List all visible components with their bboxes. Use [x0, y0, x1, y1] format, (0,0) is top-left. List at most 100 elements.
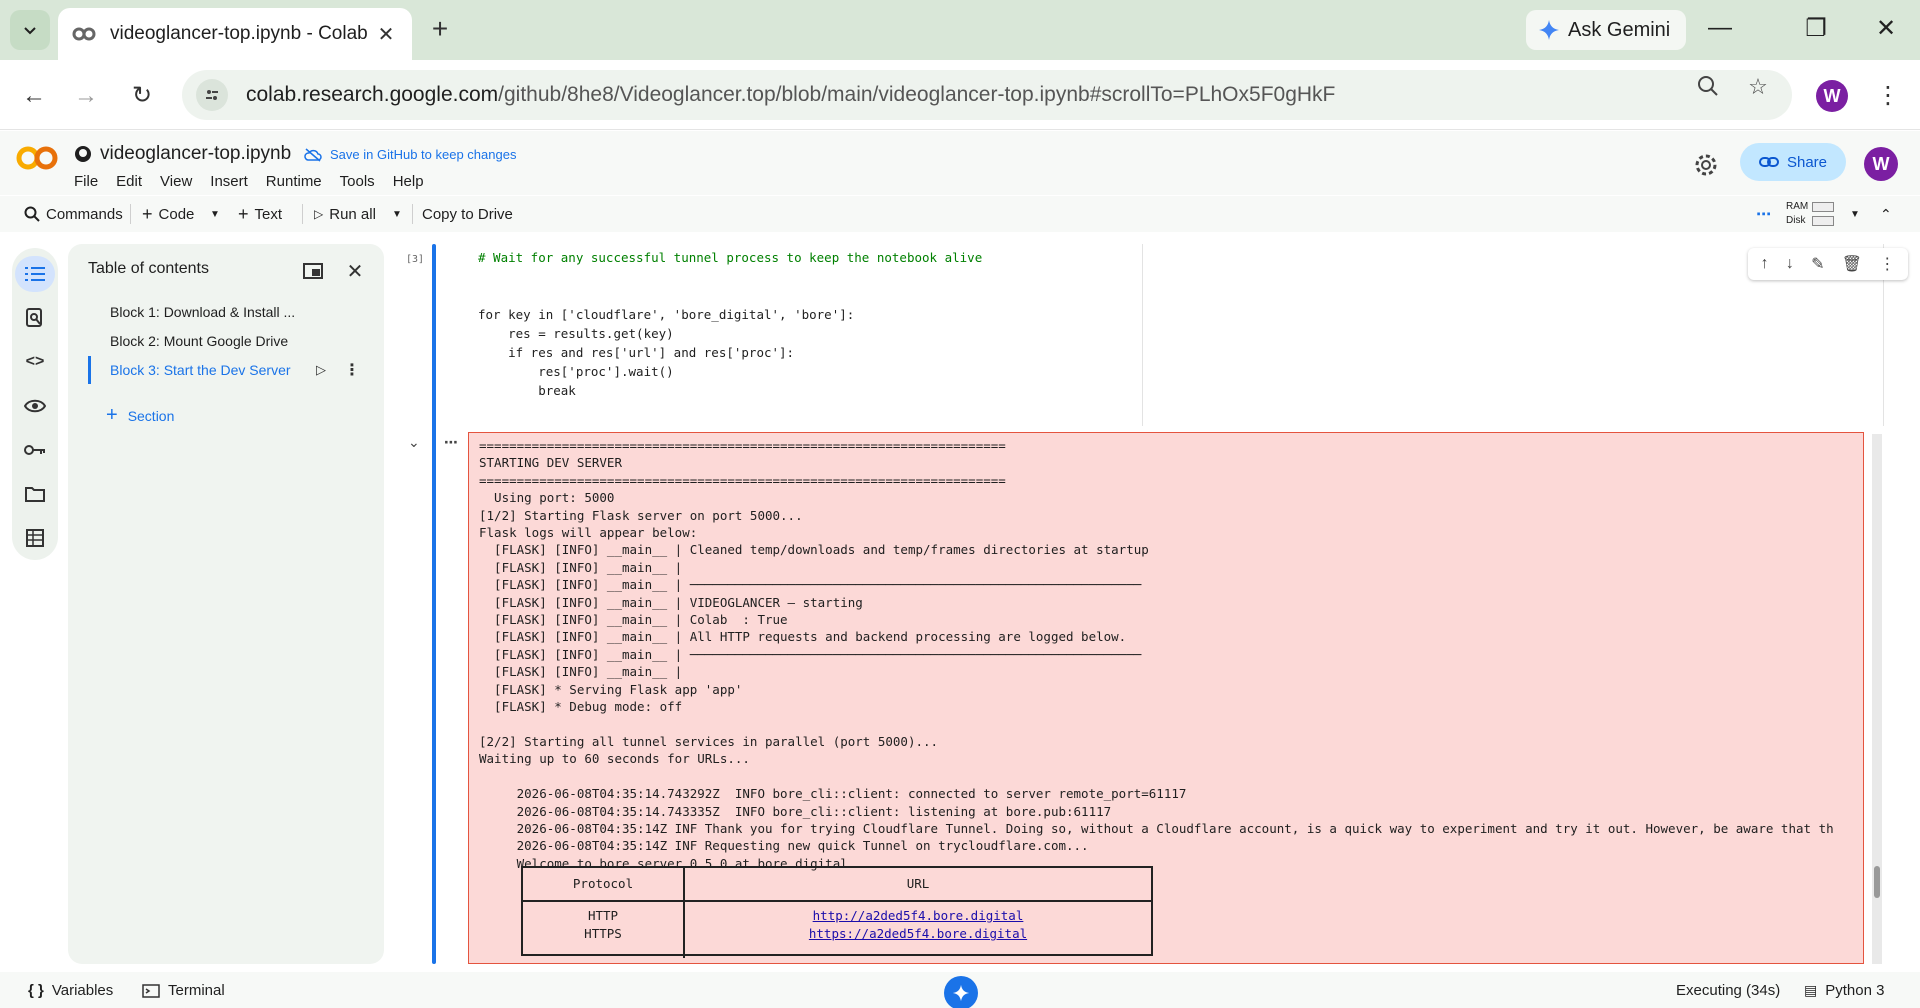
tab-search-button[interactable]: [10, 10, 50, 50]
browser-profile-avatar[interactable]: W: [1816, 80, 1848, 112]
find-replace-icon[interactable]: [15, 300, 55, 336]
move-cell-down-icon[interactable]: ↓: [1786, 255, 1794, 273]
execution-status[interactable]: Executing (34s): [1676, 982, 1780, 999]
output-line: 2026-06-08T04:35:14.743335Z INFO bore_cl…: [479, 803, 1112, 819]
close-window-icon[interactable]: ✕: [1866, 14, 1906, 43]
commands-button[interactable]: Commands: [24, 202, 123, 226]
output-line: STARTING DEV SERVER: [479, 455, 622, 471]
output-actions-icon[interactable]: ⋯: [444, 434, 458, 451]
bookmark-star-icon[interactable]: ☆: [1744, 74, 1772, 102]
secrets-eye-icon[interactable]: [15, 388, 55, 424]
menu-edit[interactable]: Edit: [116, 173, 142, 190]
colab-profile-avatar[interactable]: W: [1864, 147, 1898, 181]
cell-output: ========================================…: [468, 432, 1864, 964]
site-info-icon[interactable]: [196, 79, 228, 111]
new-tab-button[interactable]: +: [424, 14, 456, 46]
menu-insert[interactable]: Insert: [210, 173, 248, 190]
delete-cell-icon[interactable]: 🗑: [1842, 254, 1862, 274]
add-code-button[interactable]: + Code: [142, 202, 194, 226]
toolbar-divider: [130, 204, 131, 224]
restore-window-icon[interactable]: ❐: [1796, 14, 1836, 43]
url-omnibox[interactable]: colab.research.google.com/github/8he8/Vi…: [182, 70, 1792, 120]
variables-label: Variables: [51, 982, 114, 999]
toc-active-indicator: [88, 356, 91, 384]
code-line: res['proc'].wait(): [478, 364, 674, 379]
open-in-tab-icon[interactable]: [300, 258, 326, 284]
add-code-dropdown-icon[interactable]: ▼: [210, 202, 220, 226]
run-all-button[interactable]: ▷ Run all: [314, 202, 376, 226]
menu-file[interactable]: File: [74, 173, 98, 190]
menu-tools[interactable]: Tools: [340, 173, 375, 190]
code-cell: [3] # Wait for any successful tunnel pro…: [398, 244, 1908, 972]
reload-icon[interactable]: ↻: [124, 78, 160, 114]
ram-bar: [1812, 202, 1834, 212]
terminal-button[interactable]: Terminal: [142, 982, 225, 999]
toc-run-section-icon[interactable]: ▷: [316, 362, 326, 378]
gemini-fab-button[interactable]: [944, 976, 978, 1008]
ask-gemini-button[interactable]: Ask Gemini: [1526, 10, 1686, 50]
collapse-output-icon[interactable]: ⌄: [408, 434, 420, 451]
code-line: if res and res['url'] and res['proc']:: [478, 345, 795, 360]
run-all-label: Run all: [329, 205, 376, 223]
code-editor[interactable]: # Wait for any successful tunnel process…: [442, 244, 1908, 426]
forward-icon[interactable]: →: [68, 78, 104, 114]
more-options-icon[interactable]: ⋯: [1756, 202, 1771, 226]
add-section-button[interactable]: + Section: [106, 404, 174, 427]
toc-item-menu-icon[interactable]: ⋮: [344, 360, 360, 380]
menu-runtime[interactable]: Runtime: [266, 173, 322, 190]
move-cell-up-icon[interactable]: ↑: [1761, 255, 1769, 273]
add-section-label: Section: [127, 407, 175, 424]
notebook-title[interactable]: videoglancer-top.ipynb: [100, 143, 291, 165]
play-icon: ▷: [314, 207, 324, 221]
minimize-window-icon[interactable]: —: [1700, 14, 1740, 42]
edit-cell-icon[interactable]: ✎: [1811, 254, 1824, 274]
collapse-header-icon[interactable]: ⌃: [1880, 202, 1892, 226]
run-all-dropdown-icon[interactable]: ▼: [392, 202, 402, 226]
gear-icon[interactable]: [1692, 151, 1720, 179]
toc-item-block-2[interactable]: Block 2: Mount Google Drive: [110, 333, 288, 349]
code-text[interactable]: # Wait for any successful tunnel process…: [478, 248, 982, 400]
data-table-icon[interactable]: [15, 520, 55, 556]
gemini-sparkle-icon: [1539, 20, 1559, 40]
save-in-github-link[interactable]: Save in GitHub to keep changes: [304, 147, 516, 162]
menu-help[interactable]: Help: [393, 173, 424, 190]
save-in-github-label: Save in GitHub to keep changes: [330, 147, 517, 162]
menu-bar: File Edit View Insert Runtime Tools Help: [74, 173, 424, 190]
colab-header: videoglancer-top.ipynb Save in GitHub to…: [0, 131, 1920, 195]
table-cell-url-link[interactable]: https://a2ded5f4.bore.digital: [685, 926, 1151, 941]
table-of-contents-icon[interactable]: [15, 256, 55, 292]
table-cell-url-link[interactable]: http://a2ded5f4.bore.digital: [685, 908, 1151, 923]
output-line: [FLASK] [INFO] __main__ |: [479, 559, 683, 575]
copy-to-drive-button[interactable]: Copy to Drive: [422, 202, 513, 226]
zoom-icon[interactable]: [1694, 74, 1722, 102]
toc-item-block-1[interactable]: Block 1: Download & Install ...: [110, 304, 295, 320]
share-button[interactable]: Share: [1740, 143, 1846, 181]
output-line: 2026-06-08T04:35:14Z INF Thank you for t…: [479, 820, 1834, 836]
colab-logo-icon[interactable]: [16, 145, 58, 171]
key-icon[interactable]: [15, 432, 55, 468]
code-snippets-icon[interactable]: <>: [15, 344, 55, 380]
folder-icon[interactable]: [15, 476, 55, 512]
runtime-dropdown-icon[interactable]: ▼: [1850, 202, 1860, 226]
browser-tab[interactable]: videoglancer-top.ipynb - Colab ✕: [58, 8, 412, 60]
back-icon[interactable]: ←: [16, 78, 52, 114]
url-path: /github/8he8/Videoglancer.top/blob/main/…: [498, 83, 1336, 106]
output-scrollbar[interactable]: [1872, 434, 1882, 964]
toc-item-block-3[interactable]: Block 3: Start the Dev Server: [110, 362, 291, 378]
cell-toolbar: ↑ ↓ ✎ 🗑 ⋮: [1748, 248, 1908, 280]
disk-bar: [1812, 216, 1834, 226]
browser-menu-icon[interactable]: ⋮: [1870, 78, 1906, 114]
scrollbar-thumb[interactable]: [1874, 866, 1880, 898]
close-panel-icon[interactable]: ✕: [342, 258, 368, 284]
add-code-label: Code: [158, 205, 195, 223]
resource-indicator[interactable]: RAM Disk: [1786, 200, 1808, 228]
runtime-type[interactable]: ▤ Python 3: [1804, 982, 1884, 999]
cell-more-icon[interactable]: ⋮: [1879, 254, 1895, 274]
tab-close-icon[interactable]: ✕: [374, 22, 398, 47]
table-cell-protocol: HTTPS: [584, 926, 622, 941]
notebook-toolbar: Commands + Code ▼ + Text ▷ Run all ▼ Cop…: [0, 196, 1920, 232]
menu-view[interactable]: View: [160, 173, 192, 190]
variables-button[interactable]: { } Variables: [28, 982, 113, 999]
add-text-button[interactable]: + Text: [238, 202, 282, 226]
tunnel-url-table: Protocol URL HTTP http://a2ded5f4.bore.d…: [521, 866, 1153, 958]
